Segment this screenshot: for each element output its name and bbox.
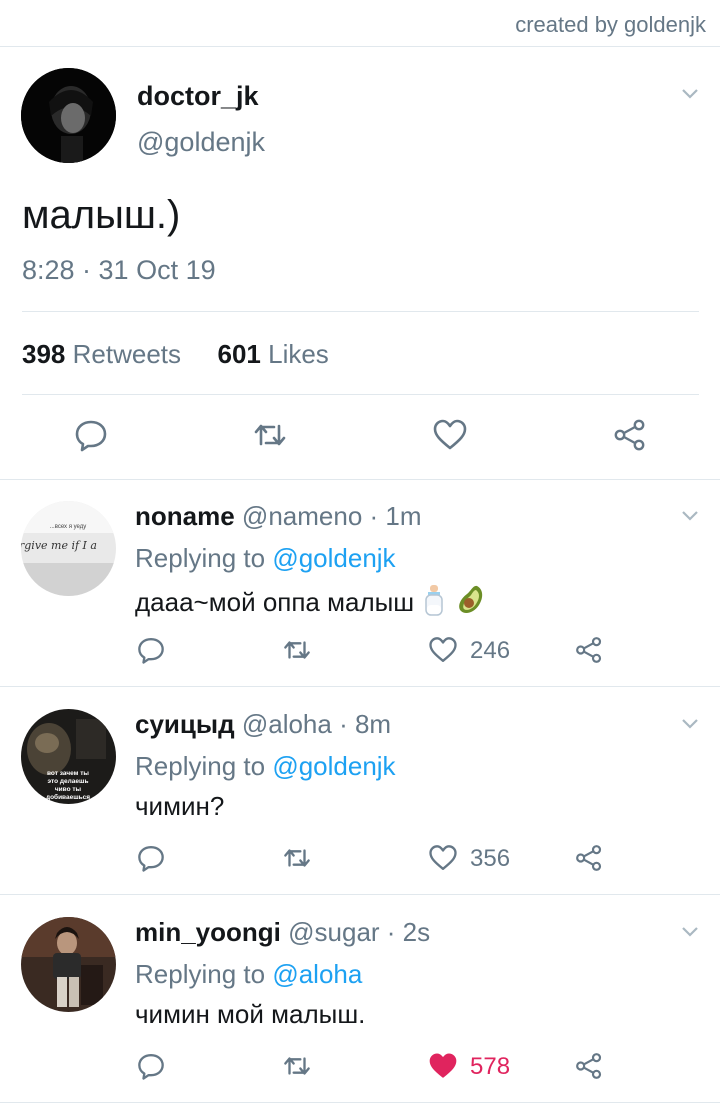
- baby-bottle-icon: [421, 583, 447, 617]
- reply-icon[interactable]: [136, 1051, 166, 1081]
- tweet-text: малыш.): [22, 193, 181, 237]
- replying-prefix: Replying to: [135, 751, 266, 781]
- reply-like-count: 578: [470, 1053, 511, 1080]
- like-icon[interactable]: [428, 635, 458, 665]
- replying-to: Replying to @goldenjk: [135, 543, 396, 574]
- avocado-icon: [455, 583, 485, 617]
- header-bar: created by goldenjk: [0, 0, 720, 47]
- divider: [22, 394, 699, 395]
- main-avatar[interactable]: [21, 68, 116, 163]
- chevron-down-icon[interactable]: [680, 713, 700, 733]
- reply-avatar-caption: rgive me if I a: [21, 539, 97, 552]
- liked-heart-icon[interactable]: [428, 1051, 458, 1081]
- like-icon[interactable]: [432, 417, 468, 453]
- reply-tweet[interactable]: ...всех я уеду rgive me if I a noname @n…: [0, 479, 720, 687]
- chevron-down-icon[interactable]: [680, 921, 700, 941]
- replying-prefix: Replying to: [135, 543, 266, 573]
- reply-header: суицыд @aloha · 8m: [135, 709, 391, 740]
- divider: [22, 311, 699, 312]
- reply-text-content: дааа~мой оппа малыш: [135, 587, 415, 617]
- retweet-label[interactable]: Retweets: [73, 339, 181, 369]
- replying-prefix: Replying to: [135, 959, 266, 989]
- reply-tweet[interactable]: min_yoongi @sugar · 2s Replying to @aloh…: [0, 895, 720, 1103]
- mention-link[interactable]: @goldenjk: [272, 543, 395, 573]
- reply-text: дааа~мой оппа малыш: [135, 583, 485, 618]
- share-icon[interactable]: [574, 843, 604, 873]
- reply-avatar[interactable]: вот зачем ты это делаешь чиво ты добиваешьс…: [21, 709, 116, 804]
- like-label[interactable]: Likes: [268, 339, 329, 369]
- reply-icon[interactable]: [73, 417, 109, 453]
- share-icon[interactable]: [574, 1051, 604, 1081]
- reply-like-count: 246: [470, 637, 511, 664]
- replying-to: Replying to @aloha: [135, 959, 362, 990]
- mention-link[interactable]: @goldenjk: [272, 751, 395, 781]
- reply-text: чимин?: [135, 791, 225, 821]
- reply-avatar-caption-top: ...всех я уеду: [50, 524, 87, 530]
- retweet-icon[interactable]: [252, 417, 288, 453]
- tweet-stats: 398 Retweets 601 Likes: [22, 339, 329, 370]
- reply-header: noname @nameno · 1m: [135, 501, 422, 532]
- reply-action-bar: 578: [0, 1051, 720, 1085]
- like-icon[interactable]: [428, 843, 458, 873]
- retweet-icon[interactable]: [282, 843, 312, 873]
- chevron-down-icon[interactable]: [680, 83, 700, 103]
- reply-meta: @sugar · 2s: [288, 917, 431, 947]
- author-name[interactable]: doctor_jk: [137, 81, 259, 112]
- retweet-icon[interactable]: [282, 1051, 312, 1081]
- share-icon[interactable]: [612, 417, 648, 453]
- reply-author-name[interactable]: суицыд: [135, 709, 235, 739]
- reply-meta: @aloha · 8m: [241, 709, 392, 739]
- reply-avatar[interactable]: ...всех я уеду rgive me if I a: [21, 501, 116, 596]
- retweet-count[interactable]: 398: [22, 339, 65, 369]
- reply-avatar[interactable]: [21, 917, 116, 1012]
- main-tweet: doctor_jk @goldenjk малыш.) 8:28 · 31 Oc…: [0, 47, 720, 480]
- retweet-icon[interactable]: [282, 635, 312, 665]
- reply-action-bar: 356: [0, 843, 720, 877]
- reply-author-name[interactable]: noname: [135, 501, 235, 531]
- replying-to: Replying to @goldenjk: [135, 751, 396, 782]
- like-count[interactable]: 601: [217, 339, 260, 369]
- reply-action-bar: 246: [0, 635, 720, 669]
- reply-icon[interactable]: [136, 843, 166, 873]
- reply-like-count: 356: [470, 845, 511, 872]
- reply-meta: @nameno · 1m: [241, 501, 422, 531]
- mention-link[interactable]: @aloha: [272, 959, 362, 989]
- reply-tweet[interactable]: вот зачем ты это делаешь чиво ты добиваешьс…: [0, 687, 720, 895]
- author-handle[interactable]: @goldenjk: [137, 127, 265, 158]
- reply-icon[interactable]: [136, 635, 166, 665]
- tweet-timestamp: 8:28 · 31 Oct 19: [22, 255, 216, 285]
- main-action-bar: [0, 417, 720, 457]
- credit-text: created by goldenjk: [515, 12, 706, 37]
- reply-author-name[interactable]: min_yoongi: [135, 917, 281, 947]
- reply-text: чимин мой малыш.: [135, 999, 366, 1029]
- chevron-down-icon[interactable]: [680, 505, 700, 525]
- reply-header: min_yoongi @sugar · 2s: [135, 917, 430, 948]
- share-icon[interactable]: [574, 635, 604, 665]
